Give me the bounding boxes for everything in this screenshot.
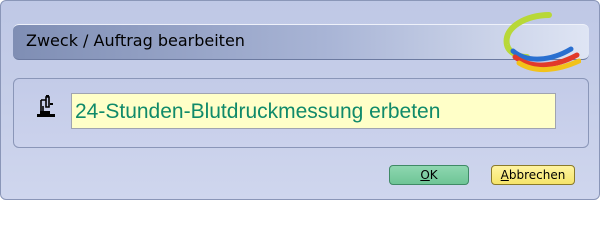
purpose-input[interactable] xyxy=(71,93,556,129)
microscope-icon xyxy=(37,95,55,117)
cancel-button[interactable]: Abbrechen xyxy=(491,165,575,185)
ok-label-rest: K xyxy=(429,168,438,182)
cancel-mnemonic: A xyxy=(500,168,509,182)
ok-button[interactable]: OK xyxy=(389,165,469,185)
cancel-label-rest: bbrechen xyxy=(508,168,566,182)
app-logo-icon xyxy=(503,12,581,73)
dialog-title: Zweck / Auftrag bearbeiten xyxy=(26,31,245,50)
edit-purpose-dialog: Zweck / Auftrag bearbeiten OK Abbrechen xyxy=(0,0,600,200)
ok-mnemonic: O xyxy=(420,168,430,182)
